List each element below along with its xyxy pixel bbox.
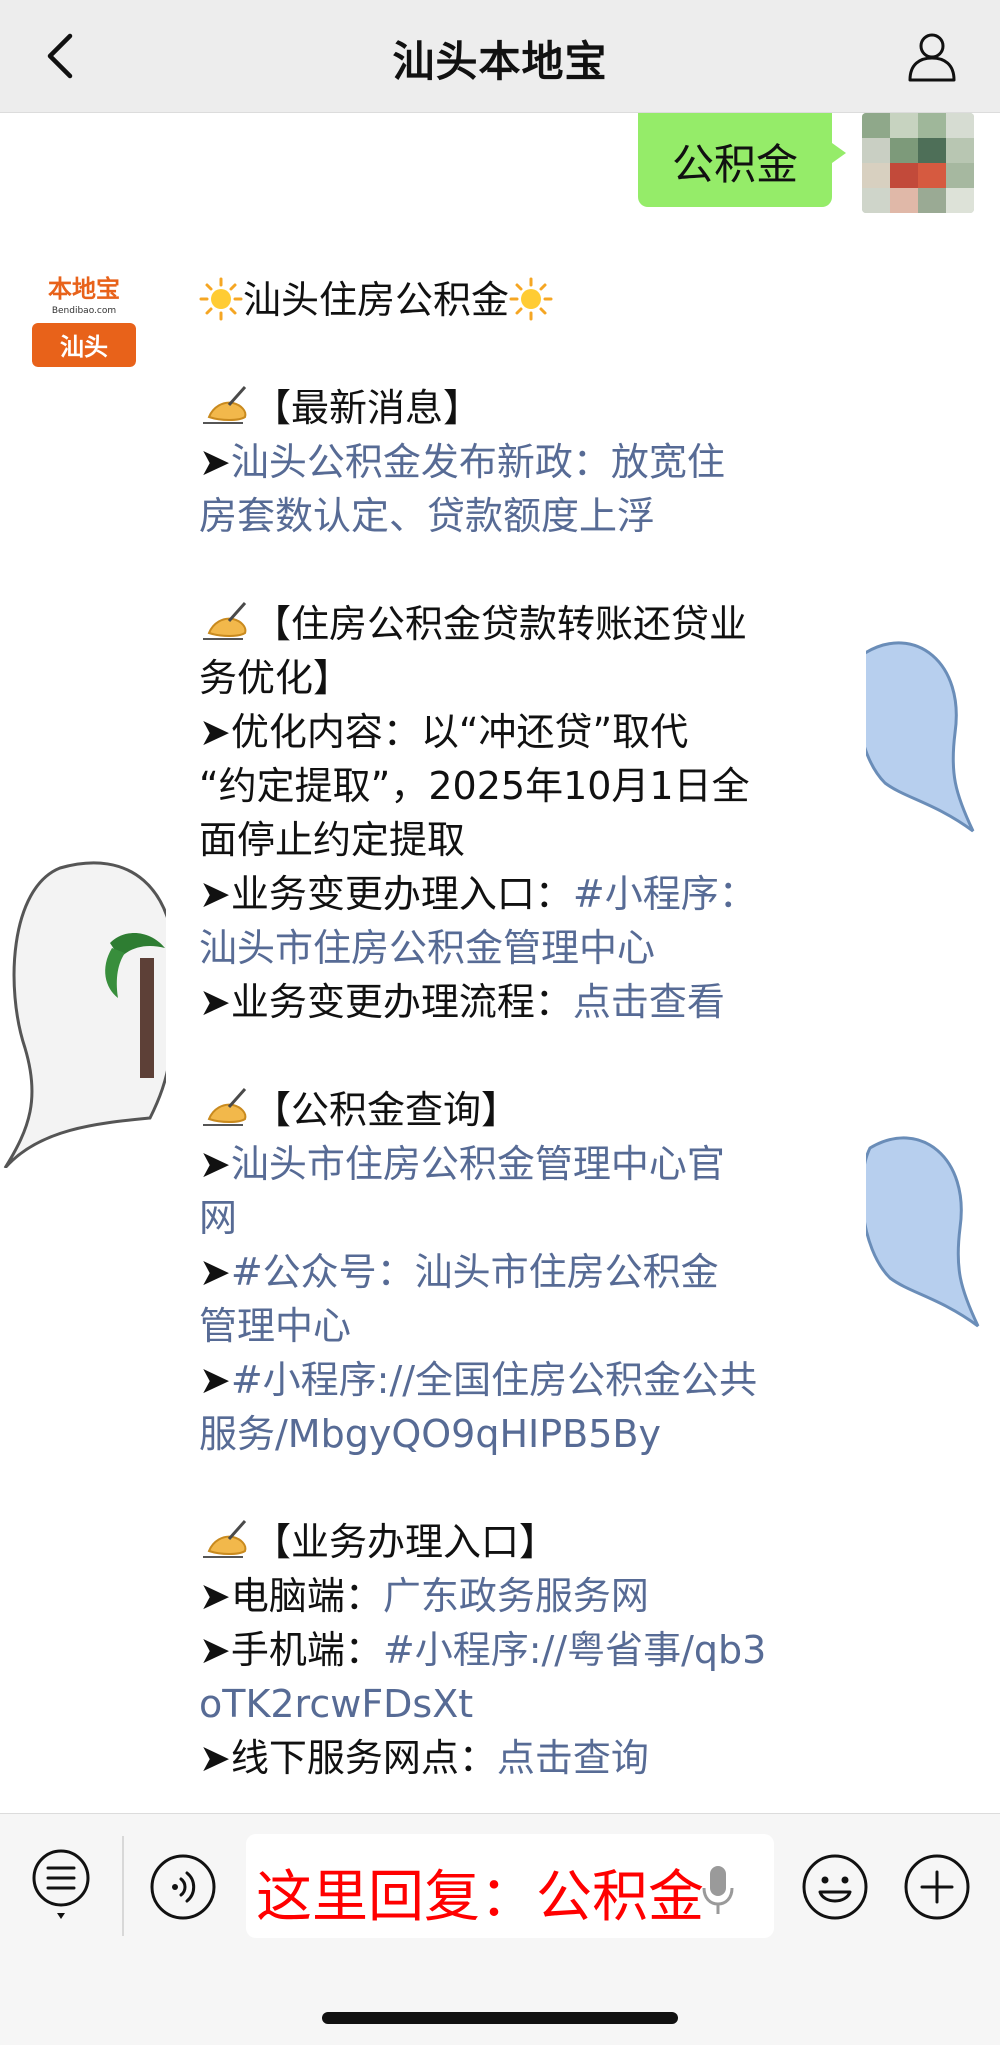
emoji-icon[interactable] bbox=[800, 1852, 870, 1922]
mini-program-link[interactable]: #小程序： bbox=[573, 872, 757, 916]
mic-icon[interactable] bbox=[698, 1862, 738, 1918]
background-doodle bbox=[855, 641, 975, 833]
list-item-label: 手机端： bbox=[230, 1628, 383, 1672]
section-heading: 【最新消息】 bbox=[253, 386, 482, 430]
person-icon[interactable] bbox=[904, 28, 960, 84]
sun-icon bbox=[509, 277, 553, 321]
mini-program-link[interactable]: #小程序://全国住房公积金公共 bbox=[231, 1358, 757, 1402]
section-heading: 【业务办理入口】 bbox=[253, 1520, 558, 1564]
avatar-logo-text: 本地宝 bbox=[48, 275, 120, 303]
list-item-label: 线下服务网点： bbox=[230, 1736, 497, 1780]
input-text: 这里回复：公积金 bbox=[256, 1865, 704, 1930]
user-avatar[interactable] bbox=[862, 113, 974, 213]
message-title: 汕头住房公积金 bbox=[243, 278, 510, 322]
list-item-label: 业务变更办理入口： bbox=[230, 872, 573, 916]
incoming-message-text: 汕头住房公积金 【最新消息】 ➤汕头公积金发布新政：放宽住 房套数认定、贷款额度… bbox=[199, 277, 767, 1780]
news-link[interactable]: 汕头公积金发布新政：放宽住 bbox=[231, 440, 725, 484]
plus-icon[interactable] bbox=[902, 1852, 972, 1922]
mini-program-link[interactable]: 汕头市住房公积金管理中心 bbox=[199, 926, 655, 970]
sun-icon bbox=[199, 277, 243, 321]
message-input[interactable]: 这里回复：公积金 bbox=[246, 1834, 774, 1938]
list-menu-icon[interactable] bbox=[30, 1847, 92, 1923]
writing-hand-icon bbox=[203, 386, 247, 424]
outgoing-message-bubble[interactable]: 公积金 bbox=[638, 113, 846, 207]
input-bar: 这里回复：公积金 bbox=[0, 1813, 1000, 2045]
query-location-link[interactable]: 点击查询 bbox=[497, 1736, 649, 1780]
official-site-link[interactable]: 汕头市住房公积金管理中心官 bbox=[231, 1142, 725, 1186]
divider bbox=[122, 1836, 124, 1936]
view-process-link[interactable]: 点击查看 bbox=[573, 980, 725, 1024]
mini-program-link[interactable]: #小程序://粤省事/qb3 bbox=[383, 1628, 766, 1672]
official-account-link[interactable]: #公众号：汕头市住房公积金 bbox=[231, 1250, 719, 1294]
section-heading: 务优化】 bbox=[199, 656, 352, 700]
nav-bar: 汕头本地宝 bbox=[0, 0, 1000, 113]
list-item-label: 业务变更办理流程： bbox=[230, 980, 573, 1024]
writing-hand-icon bbox=[203, 1088, 247, 1126]
page-title: 汕头本地宝 bbox=[392, 37, 608, 86]
avatar-city-badge: 汕头 bbox=[60, 333, 108, 361]
avatar-logo-subtext: Bendibao.com bbox=[52, 306, 116, 316]
list-item-label: 电脑端： bbox=[230, 1574, 383, 1618]
news-link[interactable]: 房套数认定、贷款额度上浮 bbox=[199, 494, 655, 538]
official-site-link[interactable]: 网 bbox=[199, 1196, 237, 1240]
writing-hand-icon bbox=[203, 1520, 247, 1558]
mini-program-link[interactable]: 服务/MbgyQO9qHIPB5By bbox=[199, 1412, 661, 1456]
voice-icon[interactable] bbox=[148, 1852, 218, 1922]
chat-area[interactable]: 公积金 本地宝 Bendibao.com 汕头 汕头住房公积金 【最新消息】 ➤… bbox=[0, 113, 1000, 1813]
list-item-text: 面停止约定提取 bbox=[199, 818, 466, 862]
writing-hand-icon bbox=[203, 602, 247, 640]
outgoing-message-text: 公积金 bbox=[671, 140, 798, 189]
list-item-text: 优化内容：以“冲还贷”取代 bbox=[230, 710, 689, 754]
bot-avatar[interactable]: 本地宝 Bendibao.com 汕头 bbox=[32, 263, 136, 367]
official-account-link[interactable]: 管理中心 bbox=[199, 1304, 351, 1348]
gov-service-link[interactable]: 广东政务服务网 bbox=[383, 1574, 649, 1618]
background-doodle bbox=[860, 1136, 980, 1328]
section-heading: 【公积金查询】 bbox=[253, 1088, 520, 1132]
list-item-text: “约定提取”，2025年10月1日全 bbox=[199, 764, 750, 808]
home-indicator bbox=[322, 2012, 678, 2024]
section-heading: 【住房公积金贷款转账还贷业 bbox=[253, 602, 748, 646]
mini-program-link[interactable]: oTK2rcwFDsXt bbox=[199, 1682, 473, 1726]
background-doodle bbox=[3, 861, 175, 1168]
